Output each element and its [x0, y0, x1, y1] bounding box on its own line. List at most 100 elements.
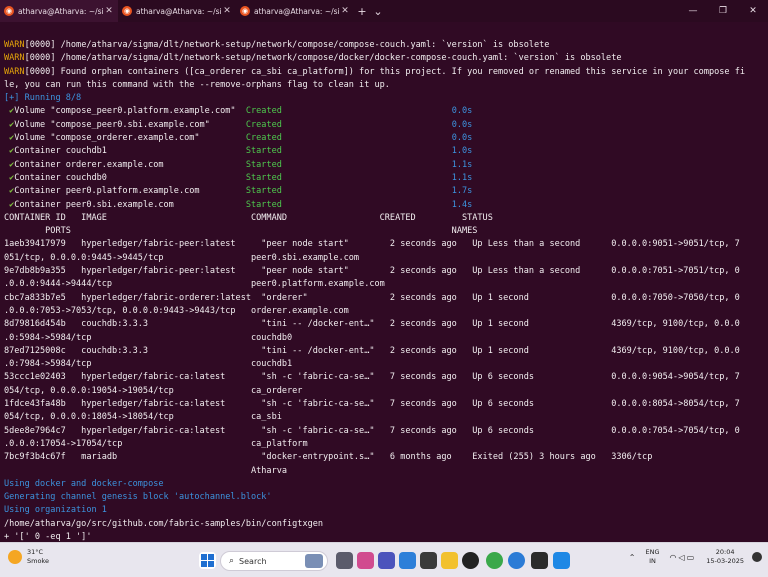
terminal-text: CONTAINER ID IMAGE COMMAND CREATED STATU…	[4, 212, 493, 223]
chevron-down-icon[interactable]: ⌄	[370, 5, 386, 18]
terminal-output[interactable]: WARN[0000] /home/atharva/sigma/dlt/netwo…	[4, 39, 764, 542]
terminal-line: WARN[0000] /home/atharva/sigma/dlt/netwo…	[4, 52, 764, 65]
search-icon: ⌕	[229, 556, 235, 566]
terminal-text: Created	[245, 106, 282, 117]
notification-icon[interactable]	[752, 552, 762, 562]
terminal-text: Volume "compose_orderer.example.com"	[14, 133, 246, 144]
terminal-line: ✔Volume "compose_peer0.platform.example.…	[4, 105, 764, 118]
terminal-text: ✔	[4, 106, 15, 117]
tab-close-icon[interactable]: ✕	[104, 6, 114, 16]
terminal-line: WARN[0000] Found orphan containers ([ca_…	[4, 66, 764, 79]
terminal-text: .0:7984->5984/tcp couchdb1	[4, 359, 293, 370]
weather-widget[interactable]: 31°C Smoke	[8, 548, 49, 566]
tab-title: atharva@Atharva: ~/sigma/dl	[18, 6, 104, 16]
terminal-line: ✔Container couchdb1 Started 1.0s	[4, 145, 764, 158]
vscode-icon[interactable]	[553, 552, 570, 569]
terminal-text: 1.7s	[451, 186, 473, 197]
clock[interactable]: 20:04 15-03-2025	[706, 548, 744, 566]
terminal-text: [+] Running 8/8	[4, 93, 82, 104]
terminal-line: .0.0.0:17054->17054/tcp ca_platform	[4, 438, 764, 451]
terminal-text: 054/tcp, 0.0.0.0:19054->19054/tcp ca_ord…	[4, 385, 303, 396]
terminal-icon[interactable]	[531, 552, 548, 569]
chrome-icon[interactable]	[486, 552, 503, 569]
terminal-line: 87ed7125008c couchdb:3.3.3 "tini -- /doc…	[4, 345, 764, 358]
terminal-text: ✔	[4, 159, 15, 170]
tab-1[interactable]: ◉ atharva@Atharva: ~/sigma/dl✕	[0, 0, 118, 22]
terminal-text: Using docker and docker-compose	[4, 478, 164, 489]
terminal-line: 8d79816d454b couchdb:3.3.3 "tini -- /doc…	[4, 318, 764, 331]
terminal-line: ✔Container orderer.example.com Started 1…	[4, 159, 764, 172]
store-icon[interactable]	[420, 552, 437, 569]
terminal-text: [0000] /home/atharva/sigma/dlt/network-s…	[24, 53, 622, 64]
tab-2[interactable]: ◉ atharva@Atharva: ~/sigma/dlt✕	[118, 0, 236, 22]
terminal-text: + '[' 0 -eq 1 ']'	[4, 531, 92, 542]
chevron-up-icon[interactable]: ⌃	[629, 553, 636, 562]
terminal-text: Generating channel genesis block 'autoch…	[4, 492, 272, 503]
tab-close-icon[interactable]: ✕	[222, 6, 232, 16]
taskbar-search[interactable]: ⌕ Search	[220, 551, 328, 571]
task-view-icon[interactable]	[336, 552, 353, 569]
copilot-icon[interactable]	[357, 552, 374, 569]
terminal-text: 87ed7125008c couchdb:3.3.3 "tini -- /doc…	[4, 345, 740, 356]
tab-close-icon[interactable]: ✕	[340, 6, 350, 16]
terminal-text: [0000] /home/atharva/sigma/dlt/network-s…	[24, 40, 550, 50]
terminal-text: WARN	[4, 66, 25, 77]
ubuntu-icon: ◉	[4, 6, 14, 16]
terminal-text: WARN	[4, 53, 25, 64]
tab-strip: ◉atharva@Atharva: ~/sigma/dl✕◉atharva@At…	[0, 0, 354, 22]
terminal-text: PORTS NAMES	[4, 226, 478, 237]
tab-3[interactable]: ◉ atharva@Atharva: ~/sigma/ba✕	[236, 0, 354, 22]
terminal-text: Started	[245, 172, 282, 183]
terminal-line: cbc7a833b7e5 hyperledger/fabric-orderer:…	[4, 292, 764, 305]
terminal-text: /home/atharva/go/src/github.com/fabric-s…	[4, 518, 324, 529]
terminal-line: Using docker and docker-compose	[4, 478, 764, 491]
terminal-text: Container orderer.example.com	[14, 159, 246, 170]
region-code: IN	[649, 557, 656, 565]
terminal-line: /home/atharva/go/src/github.com/fabric-s…	[4, 518, 764, 531]
dell-icon[interactable]	[462, 552, 479, 569]
terminal-text: le, you can run this command with the --…	[4, 79, 390, 90]
terminal-text: 0.0s	[451, 119, 473, 130]
ubuntu-icon: ◉	[122, 6, 132, 16]
terminal-text: ✔	[4, 172, 15, 183]
teams-icon[interactable]	[378, 552, 395, 569]
start-button[interactable]	[199, 552, 216, 569]
terminal-text: cbc7a833b7e5 hyperledger/fabric-orderer:…	[4, 292, 740, 303]
terminal-line: 054/tcp, 0.0.0.0:19054->19054/tcp ca_ord…	[4, 385, 764, 398]
file-explorer-icon[interactable]	[441, 552, 458, 569]
clock-date: 15-03-2025	[706, 557, 744, 565]
terminal-line: Generating channel genesis block 'autoch…	[4, 491, 764, 504]
terminal-line: 051/tcp, 0.0.0.0:9445->9445/tcp peer0.sb…	[4, 252, 764, 265]
search-highlight-icon	[305, 554, 323, 568]
terminal-text: Container peer0.sbi.example.com	[14, 199, 246, 210]
terminal-text: WARN	[4, 40, 25, 50]
terminal-text: Container couchdb0	[14, 172, 246, 183]
terminal-text: .0.0.0:9444->9444/tcp peer0.platform.exa…	[4, 279, 385, 290]
maximize-button[interactable]: ❐	[708, 0, 738, 22]
terminal-text: 1.4s	[451, 199, 473, 210]
browser-icon[interactable]	[508, 552, 525, 569]
tab-title: atharva@Atharva: ~/sigma/ba	[254, 6, 340, 16]
terminal-text: 0.0s	[451, 133, 473, 144]
close-button[interactable]: ✕	[738, 0, 768, 22]
ubuntu-icon: ◉	[240, 6, 250, 16]
new-tab-button[interactable]: +	[354, 5, 370, 18]
terminal-text: 5dee8e7964c7 hyperledger/fabric-ca:lates…	[4, 425, 740, 436]
terminal-line: + '[' 0 -eq 1 ']'	[4, 531, 764, 542]
terminal-text: Volume "compose_peer0.platform.example.c…	[14, 106, 246, 117]
language-indicator[interactable]: ENG IN	[646, 548, 660, 566]
terminal-line: PORTS NAMES	[4, 225, 764, 238]
terminal-line: .0:5984->5984/tcp couchdb0	[4, 332, 764, 345]
minimize-button[interactable]: —	[678, 0, 708, 22]
terminal-line: ✔Volume "compose_peer0.sbi.example.com" …	[4, 119, 764, 132]
network-volume-battery-icons[interactable]: ◠◁▭	[670, 553, 697, 562]
terminal-text: ✔	[4, 199, 15, 210]
terminal-text: 0.0s	[451, 106, 473, 117]
terminal-line: Using organization 1	[4, 504, 764, 517]
terminal-line: [+] Running 8/8	[4, 92, 764, 105]
terminal-text: ✔	[4, 146, 15, 157]
edge-icon[interactable]	[399, 552, 416, 569]
terminal-text: 054/tcp, 0.0.0.0:18054->18054/tcp ca_sbi	[4, 412, 282, 423]
